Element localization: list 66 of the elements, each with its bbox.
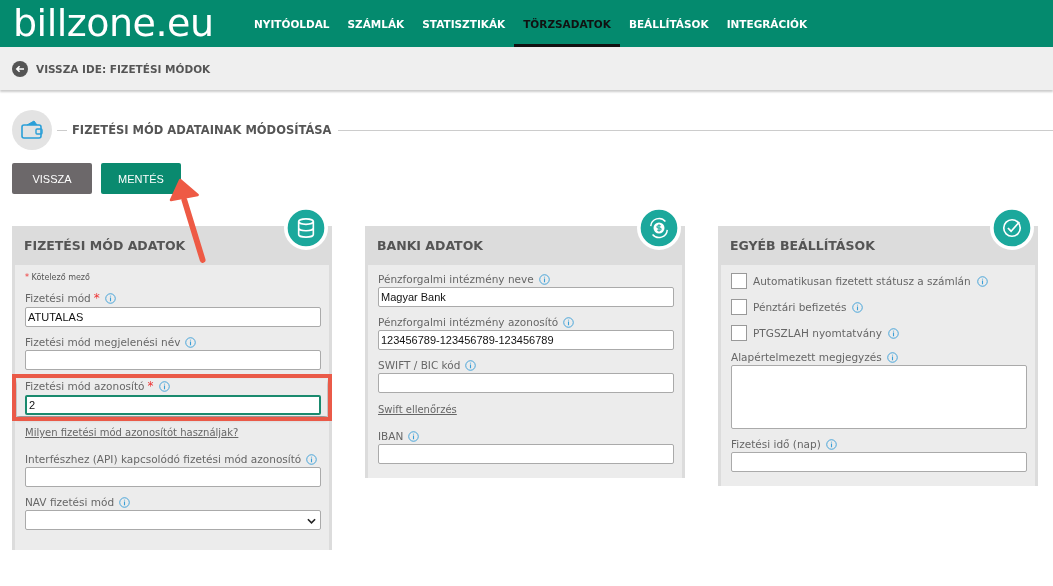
info-icon[interactable] [408, 430, 420, 442]
logo[interactable]: billzone.eu [0, 0, 243, 47]
checkbox-label: PTGSZLAH nyomtatvány [753, 327, 882, 339]
info-icon[interactable] [158, 380, 170, 392]
required-asterisk: * [147, 379, 154, 393]
input-field[interactable]: 2 [25, 395, 321, 415]
info-icon[interactable] [563, 316, 575, 328]
checkbox[interactable] [731, 325, 747, 341]
input-field[interactable]: Magyar Bank [378, 287, 674, 307]
input-field[interactable] [25, 467, 321, 487]
panel-title: EGYÉB BEÁLLÍTÁSOK [730, 238, 875, 253]
field-label: Pénzforgalmi intézmény azonosító [378, 316, 559, 328]
field-label: Fizetési idő (nap) [731, 438, 821, 450]
info-icon[interactable] [886, 351, 898, 363]
field-label: Alapértelmezett megjegyzés [731, 351, 882, 363]
wallet-icon [12, 110, 52, 150]
panel-title: FIZETÉSI MÓD ADATOK [24, 238, 186, 253]
database-icon [284, 206, 328, 250]
info-icon[interactable] [852, 301, 864, 313]
checkbox-label: Pénztári befizetés [753, 301, 847, 313]
field-label: Pénzforgalmi intézmény neve [378, 273, 534, 285]
required-asterisk: * [93, 291, 100, 305]
input-field[interactable] [378, 444, 674, 464]
field-label: Fizetési mód [25, 292, 91, 304]
field-label: Interfészhez (API) kapcsolódó fizetési mód azonosító [25, 453, 302, 465]
nav-tab[interactable]: INTEGRÁCIÓK [717, 0, 817, 47]
save-button[interactable]: MENTÉS [101, 163, 181, 194]
input-field[interactable] [731, 452, 1027, 472]
field-label: IBAN [378, 430, 404, 442]
back-button[interactable]: VISSZA [12, 163, 92, 194]
required-note: Kötelező mező [31, 273, 90, 282]
checkbox[interactable] [731, 273, 747, 289]
nav-tab[interactable]: BEÁLLÍTÁSOK [619, 0, 718, 47]
input-field[interactable]: 123456789-123456789-123456789 [378, 330, 674, 350]
input-field[interactable]: ATUTALAS [25, 307, 321, 327]
info-icon[interactable] [465, 359, 477, 371]
checkbox[interactable] [731, 299, 747, 315]
field-label: Fizetési mód azonosító [25, 380, 145, 392]
input-field[interactable] [378, 373, 674, 393]
panel-title: BANKI ADATOK [377, 238, 483, 253]
text-area[interactable] [731, 365, 1027, 429]
info-icon[interactable] [887, 327, 899, 339]
info-icon[interactable] [538, 273, 550, 285]
info-icon[interactable] [119, 496, 131, 508]
nav-tab[interactable]: STATISZTIKÁK [413, 0, 515, 47]
info-icon[interactable] [976, 275, 988, 287]
info-icon[interactable] [825, 438, 837, 450]
info-icon[interactable] [306, 453, 318, 465]
help-link[interactable]: Milyen fizetési mód azonosítót használjak? [25, 427, 319, 438]
checkmark-icon [990, 206, 1034, 250]
page-title: FIZETÉSI MÓD ADATAINAK MÓDOSÍTÁSA [72, 123, 332, 137]
caret-icon [307, 518, 316, 524]
nav-tab[interactable]: NYITÓOLDAL [245, 0, 339, 47]
help-link[interactable]: Swift ellenőrzés [378, 404, 672, 415]
field-label: Fizetési mód megjelenési név [25, 336, 181, 348]
back-link[interactable]: VISSZA IDE: FIZETÉSI MÓDOK [36, 62, 211, 75]
checkbox-label: Automatikusan fizetett státusz a számlán [753, 275, 971, 287]
info-icon[interactable] [185, 336, 197, 348]
field-label: NAV fizetési mód [25, 496, 115, 508]
info-icon[interactable] [104, 292, 116, 304]
input-field[interactable] [25, 350, 321, 370]
required-asterisk: * [25, 273, 29, 282]
select-field[interactable] [25, 510, 321, 530]
field-label: SWIFT / BIC kód [378, 359, 461, 371]
nav-tab[interactable]: SZÁMLÁK [338, 0, 414, 47]
dollar-exchange-icon [637, 206, 681, 250]
